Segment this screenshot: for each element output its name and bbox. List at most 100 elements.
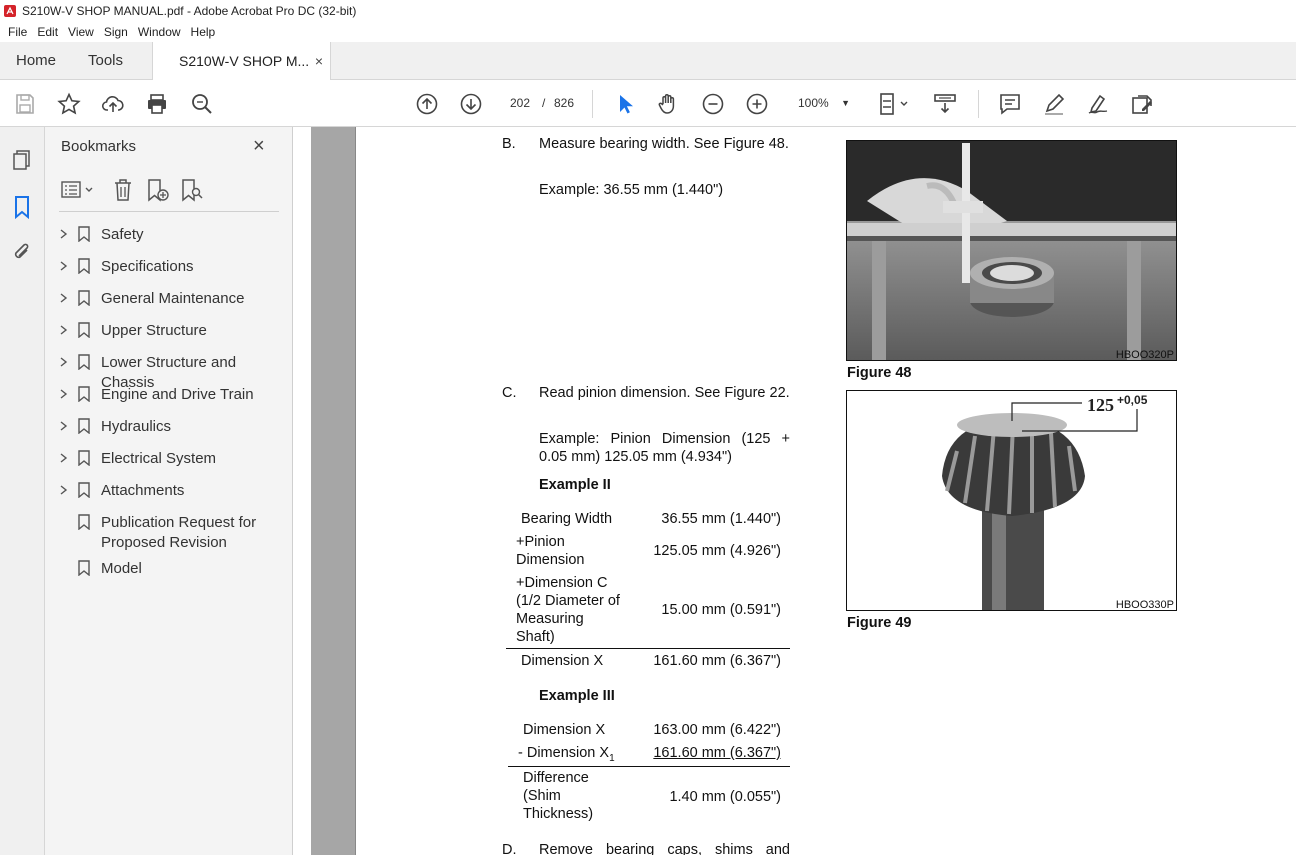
table-cell-value: 15.00 mm (0.591") [661,602,781,618]
bookmark-icon [78,450,90,466]
tab-home[interactable]: Home [16,42,56,80]
dimension-x1-text: - Dimension X [518,745,610,761]
tab-bar: Home Tools S210W-V SHOP M... × [0,42,1296,81]
bookmark-options-icon[interactable] [61,180,95,200]
figure-49-caption: Figure 49 [847,615,912,631]
chevron-right-icon[interactable] [59,449,69,467]
step-d-letter: D. [502,842,517,855]
next-page-icon[interactable] [459,92,483,116]
print-icon[interactable] [145,92,169,116]
table-cell-value: 163.00 mm (6.422") [653,722,781,738]
zoom-dropdown[interactable]: 100% ▼ [790,92,854,114]
comment-icon[interactable] [998,92,1022,116]
bookmark-label: Publication Request for Proposed Revisio… [101,514,257,551]
bookmark-panel-icon[interactable] [11,195,33,220]
table-cell-label: +Dimension C (1/2 Diameter of Measuring … [516,575,620,645]
chevron-right-icon[interactable] [59,417,69,435]
chevron-right-icon[interactable] [59,481,69,499]
select-cursor-icon[interactable] [613,92,637,116]
menu-window[interactable]: Window [138,25,181,39]
save-icon[interactable] [13,92,37,116]
step-c-example: Example: Pinion Dimension (125 + 0.05 mm… [539,431,790,465]
menu-file[interactable]: File [8,25,27,39]
step-b-text: Measure bearing width. See Figure 48. [539,136,789,152]
menu-view[interactable]: View [68,25,94,39]
bookmark-label: General Maintenance [101,290,245,307]
bookmark-icon [78,386,90,402]
bookmark-icon [78,482,90,498]
menu-edit[interactable]: Edit [37,25,58,39]
page-fit-icon[interactable] [877,92,913,116]
tab-document[interactable]: S210W-V SHOP M... × [152,42,331,81]
page-total: 826 [554,96,575,110]
dimension-x1-subscript: 1 [609,752,615,764]
highlight-icon[interactable] [1042,92,1066,116]
chevron-right-icon[interactable] [59,289,69,307]
tab-close-icon[interactable]: × [315,42,323,80]
zoom-out-icon[interactable] [701,92,725,116]
scroll-mode-icon[interactable] [933,92,957,116]
bearing-photo [847,141,1176,360]
bookmarks-panel: Bookmarks × Safety Specifications Genera… [45,127,293,855]
sign-icon[interactable] [1086,92,1110,116]
figure-48-image: HBOO320P [846,140,1177,361]
menu-sign[interactable]: Sign [104,25,128,39]
step-b-example: Example: 36.55 mm (1.440") [539,182,724,198]
table-cell-label: +Pinion Dimension [516,534,585,568]
bookmark-icon [78,290,90,306]
menu-bar: File Edit View Sign Window Help [0,22,1296,42]
star-icon[interactable] [57,92,81,116]
chevron-right-icon[interactable] [59,353,69,371]
chevron-right-icon[interactable] [59,257,69,275]
step-c-letter: C. [502,385,517,401]
bookmark-label: Engine and Drive Train [101,386,254,403]
pinion-gear-photo [847,391,1176,610]
page-number-input[interactable]: 202 [500,92,540,114]
bookmark-icon [78,560,90,576]
tab-tools[interactable]: Tools [88,42,123,80]
chevron-right-icon[interactable] [59,225,69,243]
prev-page-icon[interactable] [415,92,439,116]
upload-icon[interactable] [101,92,125,116]
search-icon[interactable] [190,92,214,116]
close-icon[interactable]: × [253,135,265,158]
figure-49-image: 125 +0,05 HBOO330P [846,390,1177,611]
bookmark-icon [78,354,90,370]
bookmark-label: Safety [101,226,144,243]
bookmark-icon [78,418,90,434]
bookmarks-title: Bookmarks [61,138,137,155]
bookmark-label: Attachments [101,482,185,499]
figure-49-callout-tolerance: +0,05 [1117,393,1148,407]
zoom-value: 100% [798,96,829,110]
edit-icon[interactable] [1130,92,1154,116]
example-iii-heading: Example III [539,688,615,704]
bookmark-icon [78,322,90,338]
figure-49-code: HBOO330P [1115,599,1174,611]
page-thumbnails-icon[interactable] [11,149,33,171]
find-bookmark-icon[interactable] [180,178,204,202]
delete-icon[interactable] [112,178,134,202]
table-cell-value: 161.60 mm (6.367") [653,745,781,761]
figure-48-code: HBOO320P [1115,349,1174,361]
attachment-icon[interactable] [11,241,33,265]
acrobat-app-icon [4,5,16,17]
table-cell-value: 1.40 mm (0.055") [669,789,781,805]
pdf-page: B. Measure bearing width. See Figure 48.… [355,127,1296,855]
chevron-right-icon[interactable] [59,321,69,339]
chevron-right-icon[interactable] [59,385,69,403]
zoom-in-icon[interactable] [745,92,769,116]
hand-icon[interactable] [656,92,680,116]
table-cell-label: Bearing Width [521,511,613,527]
title-bar: S210W-V SHOP MANUAL.pdf - Adobe Acrobat … [0,0,1296,22]
example-ii-heading: Example II [539,477,611,493]
figure-49-callout-main: 125 [1087,395,1114,415]
toolbar: 202 / 826 100% ▼ [0,80,1296,127]
bookmarks-divider [59,211,279,212]
table-cell-value: 125.05 mm (4.926") [653,543,781,559]
bookmark-item-publication-request[interactable]: Publication Request for Proposed Revisio… [45,513,293,557]
bookmark-icon [78,258,90,274]
add-bookmark-icon[interactable] [146,178,170,202]
menu-help[interactable]: Help [191,25,216,39]
bookmark-label: Hydraulics [101,418,172,435]
bookmarks-toolbar [59,177,279,203]
